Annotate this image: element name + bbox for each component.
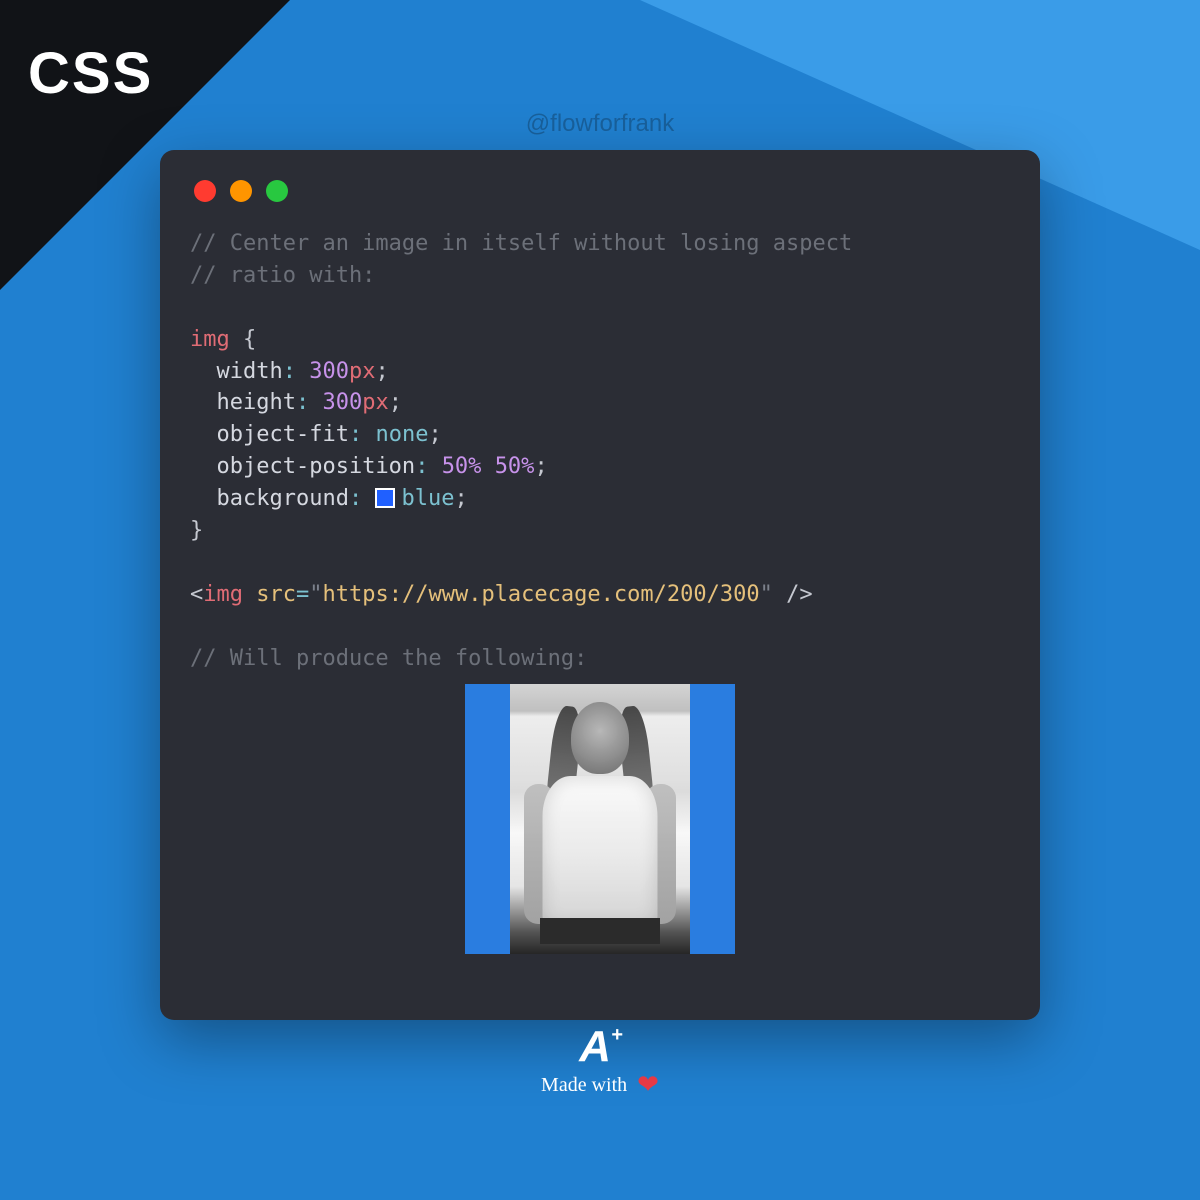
minimize-icon	[230, 180, 252, 202]
code-value: blue	[401, 486, 454, 511]
footer: A+ Made with ❤	[541, 1022, 659, 1100]
window-controls	[194, 180, 1010, 202]
code-html-tag: img	[203, 582, 243, 607]
code-value: 300	[322, 390, 362, 415]
code-prop: width	[217, 359, 283, 384]
code-prop: background	[217, 486, 349, 511]
code-comment: // Will produce the following:	[190, 646, 587, 671]
code-prop: height	[217, 390, 296, 415]
code-prop: object-position	[217, 454, 416, 479]
preview-image	[510, 684, 690, 954]
code-window: // Center an image in itself without los…	[160, 150, 1040, 1020]
close-icon	[194, 180, 216, 202]
preview-image-box	[465, 684, 735, 954]
code-value: 300	[309, 359, 349, 384]
code-selector: img	[190, 327, 230, 352]
logo-icon: A+	[579, 1022, 620, 1072]
maximize-icon	[266, 180, 288, 202]
author-handle: @flowforfrank	[526, 110, 674, 138]
code-unit: px	[362, 390, 389, 415]
code-brace: }	[190, 518, 203, 543]
code-html-attr: src	[256, 582, 296, 607]
code-value: 50%	[442, 454, 482, 479]
footer-text: Made with	[541, 1074, 627, 1097]
logo-letter: A	[579, 1022, 609, 1072]
code-prop: object-fit	[217, 422, 349, 447]
logo-plus: +	[611, 1024, 621, 1047]
color-swatch-icon	[375, 488, 395, 508]
code-html-url: https://www.placecage.com/200/300	[323, 582, 760, 607]
preview-container	[190, 684, 1010, 954]
code-value: none	[375, 422, 428, 447]
css-badge: CSS	[28, 40, 153, 107]
heart-icon: ❤	[637, 1070, 659, 1100]
code-unit: px	[349, 359, 376, 384]
code-comment: // ratio with:	[190, 263, 375, 288]
code-block: // Center an image in itself without los…	[190, 228, 1010, 674]
code-comment: // Center an image in itself without los…	[190, 231, 852, 256]
code-brace: {	[243, 327, 256, 352]
code-value: 50%	[495, 454, 535, 479]
